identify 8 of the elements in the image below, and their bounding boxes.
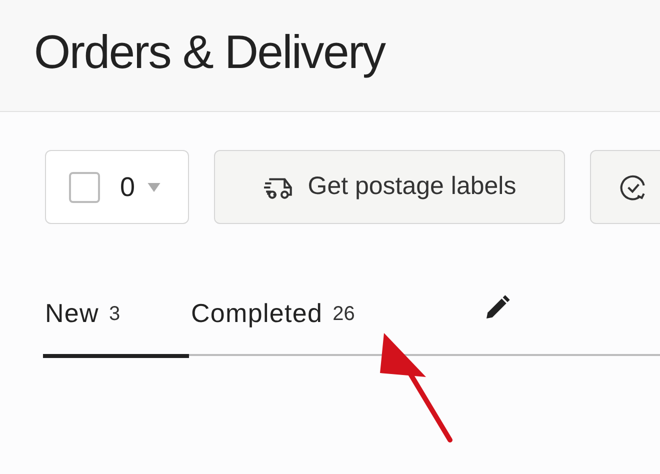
tab[interactable]: Completed 26 [189, 288, 489, 358]
selected-count: 0 [120, 170, 136, 204]
get-postage-labels-button[interactable]: Get postage labels [214, 150, 565, 224]
select-all-checkbox[interactable] [69, 172, 100, 202]
tab[interactable]: New 3 [43, 288, 189, 358]
select-all-dropdown[interactable]: 0 [45, 150, 189, 224]
caret-icon [147, 182, 162, 192]
page-title: Orders & Delivery [34, 24, 385, 80]
